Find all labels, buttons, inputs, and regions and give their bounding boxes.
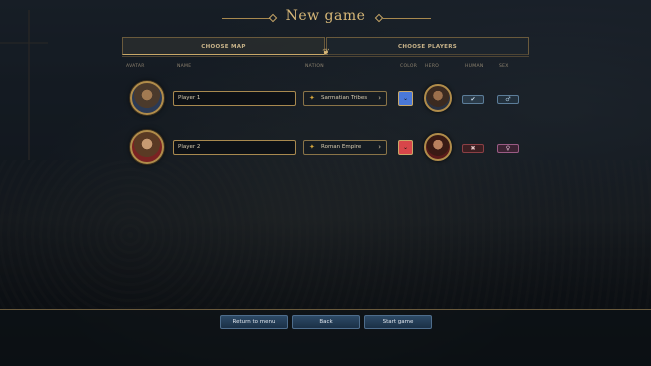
player-name-input[interactable]: Player 1 [173, 91, 296, 106]
chevron-right-icon: › [378, 143, 381, 151]
check-icon: ✔ [470, 96, 476, 103]
nation-flag-icon: ✦ [309, 94, 315, 102]
page-title: New game [285, 8, 366, 24]
header-avatar: AVATAR [126, 64, 145, 69]
start-game-button[interactable]: Start game [364, 315, 432, 329]
color-swatch-button[interactable]: ⌄ [398, 140, 413, 155]
sex-toggle[interactable]: ♀ [497, 144, 519, 153]
player-row-1: Player 1 ✦ Sarmatian Tribes › ⌄ ✔ ♂ [0, 81, 651, 117]
player-name-input[interactable]: Player 2 [173, 140, 296, 155]
header-hero: HERO [425, 64, 440, 69]
avatar[interactable] [130, 81, 164, 115]
title-row: New game [0, 8, 651, 30]
nation-select[interactable]: ✦ Roman Empire › [303, 140, 387, 155]
header-color: COLOR [400, 64, 418, 69]
return-to-menu-button[interactable]: Return to menu [220, 315, 288, 329]
male-icon: ♂ [505, 96, 511, 103]
nation-label: Sarmatian Tribes [321, 95, 368, 101]
sex-toggle[interactable]: ♂ [497, 95, 519, 104]
chevron-down-icon: ⌄ [402, 144, 409, 151]
back-button[interactable]: Back [292, 315, 360, 329]
hero-portrait[interactable] [424, 84, 452, 112]
chevron-right-icon: › [378, 94, 381, 102]
nation-select[interactable]: ✦ Sarmatian Tribes › [303, 91, 387, 106]
header-sex: SEX [499, 64, 509, 69]
header-name: NAME [177, 64, 192, 69]
female-icon: ♀ [505, 145, 511, 152]
divider [122, 56, 529, 57]
close-icon: ✖ [470, 145, 476, 152]
human-toggle[interactable]: ✖ [462, 144, 484, 153]
chevron-down-icon: ⌄ [402, 95, 409, 102]
hero-portrait[interactable] [424, 133, 452, 161]
header-human: HUMAN [465, 64, 484, 69]
human-toggle[interactable]: ✔ [462, 95, 484, 104]
avatar[interactable] [130, 130, 164, 164]
header-nation: NATION [305, 64, 324, 69]
nation-flag-icon: ✦ [309, 143, 315, 151]
tab-choose-players[interactable]: CHOOSE PLAYERS [326, 37, 529, 55]
color-swatch-button[interactable]: ⌄ [398, 91, 413, 106]
player-row-2: Player 2 ✦ Roman Empire › ⌄ ✖ ♀ [0, 130, 651, 166]
tab-choose-map[interactable]: CHOOSE MAP [122, 37, 325, 55]
nation-label: Roman Empire [321, 144, 362, 150]
